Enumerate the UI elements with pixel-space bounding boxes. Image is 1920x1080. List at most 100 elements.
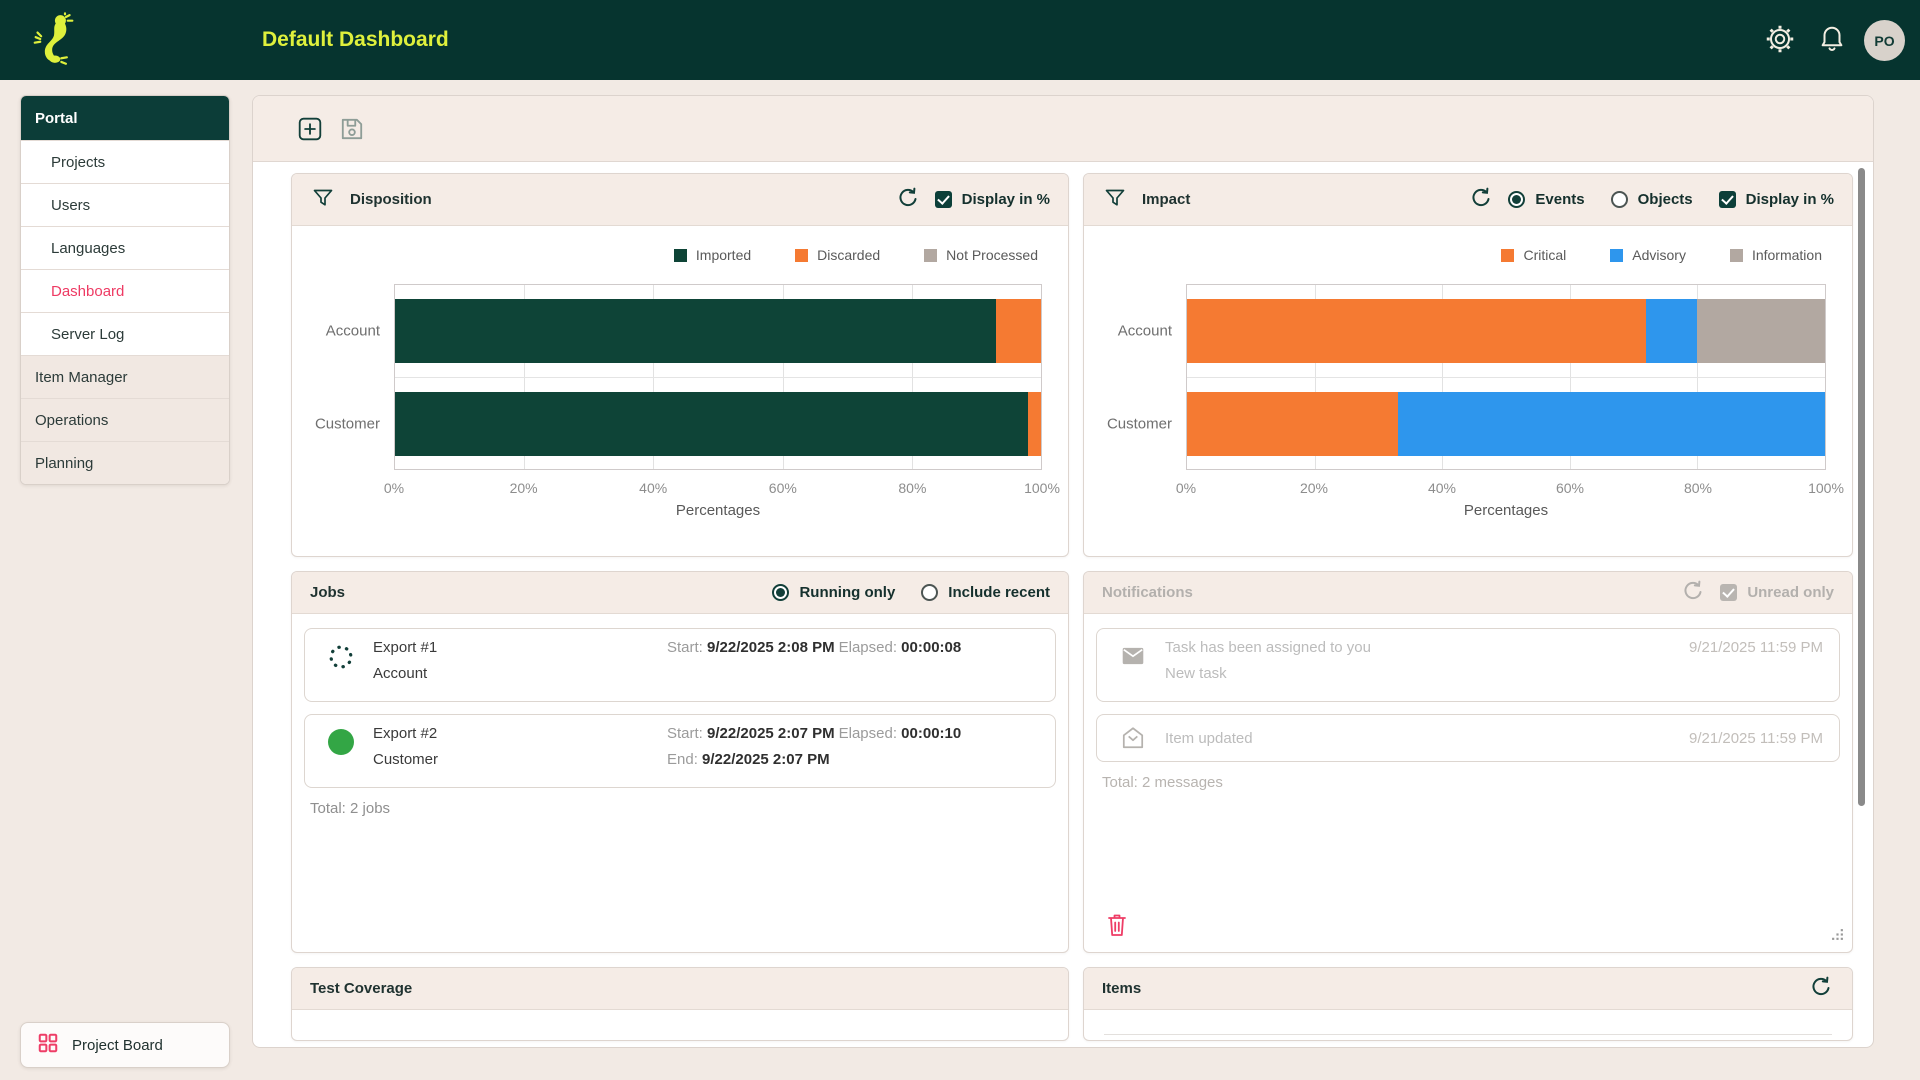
legend-swatch bbox=[674, 249, 687, 262]
legend-label: Advisory bbox=[1632, 247, 1686, 263]
items-table-divider bbox=[1104, 1034, 1832, 1035]
user-avatar[interactable]: PO bbox=[1864, 20, 1905, 61]
jobs-list: Export #1 Account Start: 9/22/2025 2:08 … bbox=[292, 614, 1068, 953]
notification-subtitle: New task bbox=[1165, 665, 1599, 682]
bar-segment-critical[interactable] bbox=[1187, 392, 1398, 456]
refresh-button[interactable] bbox=[895, 187, 921, 213]
bar-segment-discarded[interactable] bbox=[996, 299, 1041, 363]
chart-x-axis-title: Percentages bbox=[394, 502, 1042, 519]
include-recent-radio[interactable] bbox=[921, 584, 938, 601]
delete-notifications-button[interactable] bbox=[1104, 912, 1130, 940]
sidebar-item-users[interactable]: Users bbox=[21, 183, 229, 226]
bar-segment-information[interactable] bbox=[1697, 299, 1825, 363]
notification-row-task-assigned[interactable]: Task has been assigned to you New task 9… bbox=[1096, 628, 1840, 702]
chart-y-labels: Account Customer bbox=[292, 284, 394, 470]
sidebar-item-portal[interactable]: Portal bbox=[21, 96, 229, 140]
notification-row-item-updated[interactable]: Item updated 9/21/2025 11:59 PM bbox=[1096, 714, 1840, 762]
running-only-radio[interactable] bbox=[772, 584, 789, 601]
x-tick-label: 20% bbox=[1300, 480, 1328, 496]
jobs-panel-header: Jobs Running only Include recent bbox=[292, 572, 1068, 614]
sidebar-item-dashboard[interactable]: Dashboard bbox=[21, 269, 229, 312]
job-row-export-1[interactable]: Export #1 Account Start: 9/22/2025 2:08 … bbox=[304, 628, 1056, 702]
x-tick-label: 0% bbox=[1176, 480, 1196, 496]
chart-category-row-account bbox=[1187, 285, 1825, 377]
legend-item-imported[interactable]: Imported bbox=[674, 247, 751, 263]
job-start-label: Start: bbox=[667, 639, 703, 656]
job-entity: Customer bbox=[373, 751, 663, 768]
legend-item-critical[interactable]: Critical bbox=[1501, 247, 1566, 263]
include-recent-label: Include recent bbox=[948, 584, 1050, 601]
trash-icon bbox=[1105, 926, 1129, 941]
legend-label: Not Processed bbox=[946, 247, 1038, 263]
refresh-button[interactable] bbox=[1680, 580, 1706, 606]
notification-title: Item updated bbox=[1165, 730, 1599, 747]
disposition-panel-header: Disposition Display in % bbox=[292, 174, 1068, 226]
bar-segment-imported[interactable] bbox=[395, 299, 996, 363]
y-axis-category-label: Account bbox=[326, 322, 380, 339]
refresh-button[interactable] bbox=[1808, 976, 1834, 1002]
bar-segment-discarded[interactable] bbox=[1028, 392, 1041, 456]
notifications-bell-button[interactable] bbox=[1816, 24, 1848, 56]
top-header-bar: Default Dashboard PO bbox=[0, 0, 1920, 80]
display-in-percent-checkbox[interactable] bbox=[1719, 191, 1736, 208]
sidebar-item-operations[interactable]: Operations bbox=[21, 398, 229, 441]
sidebar-item-projects[interactable]: Projects bbox=[21, 140, 229, 183]
x-tick-label: 40% bbox=[1428, 480, 1456, 496]
sidebar-item-server-log[interactable]: Server Log bbox=[21, 312, 229, 355]
job-end-value: 9/22/2025 2:07 PM bbox=[702, 751, 830, 768]
chart-legend: Critical Advisory Information bbox=[1084, 240, 1822, 270]
refresh-button[interactable] bbox=[1468, 187, 1494, 213]
bar-segment-critical[interactable] bbox=[1187, 299, 1646, 363]
refresh-icon bbox=[1809, 975, 1833, 1002]
legend-item-information[interactable]: Information bbox=[1730, 247, 1822, 263]
y-axis-category-label: Account bbox=[1118, 322, 1172, 339]
chart-category-row-account bbox=[395, 285, 1041, 377]
project-board-button[interactable]: Project Board bbox=[20, 1022, 230, 1068]
filter-button[interactable] bbox=[310, 187, 336, 213]
chart-xticks: 0%20%40%60%80%100% bbox=[1186, 474, 1826, 502]
job-elapsed-label: Elapsed: bbox=[839, 639, 897, 656]
page-title: Default Dashboard bbox=[262, 0, 449, 80]
legend-item-advisory[interactable]: Advisory bbox=[1610, 247, 1686, 263]
objects-radio[interactable] bbox=[1611, 191, 1628, 208]
notification-title: Task has been assigned to you bbox=[1165, 639, 1599, 656]
legend-item-not-processed[interactable]: Not Processed bbox=[924, 247, 1038, 263]
x-tick-label: 80% bbox=[898, 480, 926, 496]
application-window: Default Dashboard PO bbox=[0, 0, 1920, 1080]
job-name: Export #1 bbox=[373, 639, 663, 656]
legend-swatch bbox=[1730, 249, 1743, 262]
save-dashboard-button[interactable] bbox=[339, 116, 365, 142]
legend-swatch bbox=[1610, 249, 1623, 262]
legend-label: Critical bbox=[1523, 247, 1566, 263]
sidebar-item-languages[interactable]: Languages bbox=[21, 226, 229, 269]
chart-legend: Imported Discarded Not Processed bbox=[292, 240, 1038, 270]
impact-panel-header: Impact Events Objects bbox=[1084, 174, 1852, 226]
unread-only-checkbox[interactable] bbox=[1720, 584, 1737, 601]
test-coverage-panel: Test Coverage bbox=[291, 967, 1069, 1041]
bar-segment-imported[interactable] bbox=[395, 392, 1028, 456]
funnel-icon bbox=[1103, 186, 1127, 213]
settings-button[interactable] bbox=[1764, 24, 1796, 56]
sidebar-item-item-manager[interactable]: Item Manager bbox=[21, 355, 229, 398]
display-in-percent-checkbox[interactable] bbox=[935, 191, 952, 208]
legend-label: Imported bbox=[696, 247, 751, 263]
panel-resize-handle[interactable] bbox=[1831, 928, 1844, 946]
panel-title: Impact bbox=[1142, 191, 1190, 208]
add-widget-button[interactable] bbox=[297, 116, 323, 142]
filter-button[interactable] bbox=[1102, 187, 1128, 213]
vertical-scrollbar-thumb[interactable] bbox=[1858, 168, 1865, 806]
bar-segment-advisory[interactable] bbox=[1646, 299, 1697, 363]
sidebar-item-planning[interactable]: Planning bbox=[21, 441, 229, 484]
y-axis-category-label: Customer bbox=[315, 415, 380, 432]
chart-plot bbox=[394, 284, 1042, 470]
job-row-export-2[interactable]: Export #2 Customer Start: 9/22/2025 2:07… bbox=[304, 714, 1056, 788]
events-radio[interactable] bbox=[1508, 191, 1525, 208]
legend-item-discarded[interactable]: Discarded bbox=[795, 247, 880, 263]
bell-icon bbox=[1817, 42, 1847, 57]
panel-title: Notifications bbox=[1102, 584, 1193, 601]
x-tick-label: 0% bbox=[384, 480, 404, 496]
panel-title: Items bbox=[1102, 980, 1141, 997]
job-completed-icon bbox=[313, 725, 369, 777]
bar-segment-advisory[interactable] bbox=[1398, 392, 1825, 456]
job-elapsed-label: Elapsed: bbox=[839, 725, 897, 742]
